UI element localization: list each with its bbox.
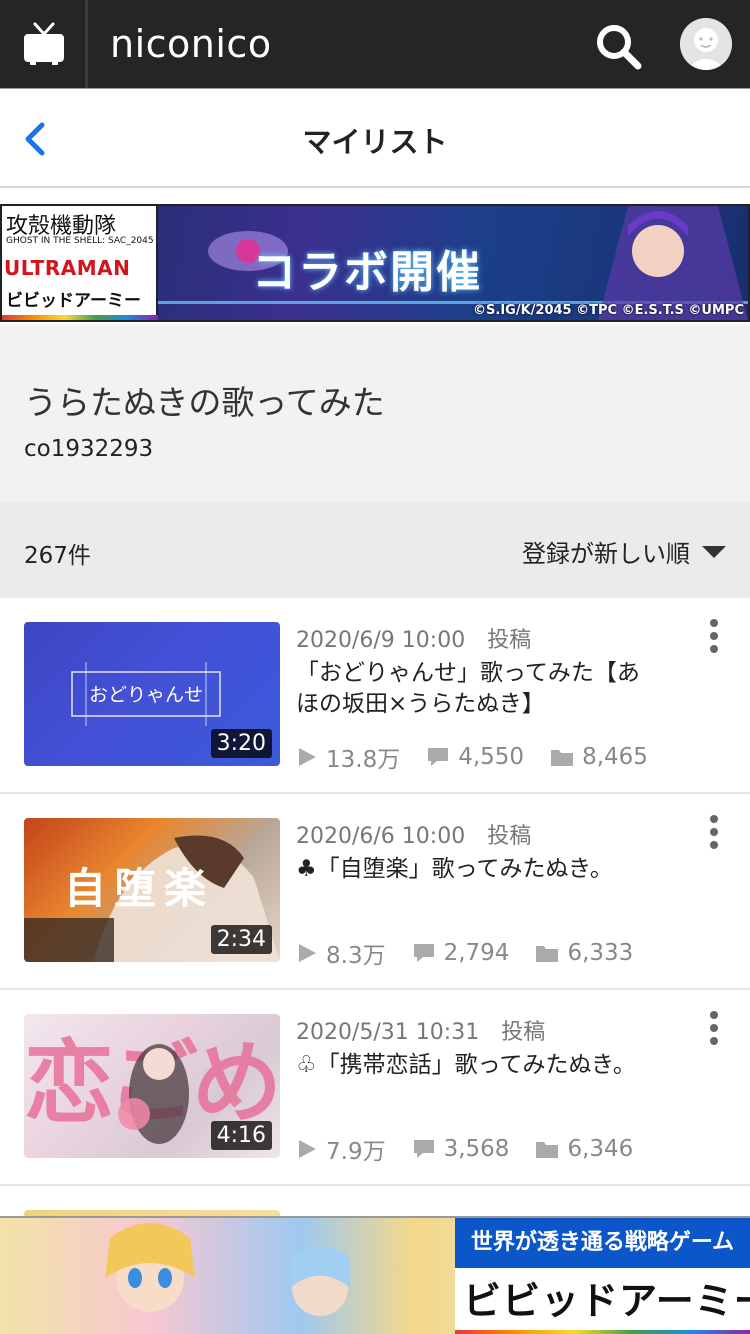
video-duration: 4:16 xyxy=(210,1121,272,1150)
comment-count-value: 4,550 xyxy=(458,744,525,770)
ad-tagline: 世界が透き通る戦略ゲーム xyxy=(455,1218,750,1268)
tv-icon[interactable] xyxy=(22,22,66,66)
topbar-divider xyxy=(85,0,88,88)
page-title: マイリスト xyxy=(302,125,448,159)
view-count: 13.8万 xyxy=(296,740,400,774)
comment-count-value: 2,794 xyxy=(443,940,510,966)
ad-logo: ビビッドアーミー xyxy=(463,1279,750,1323)
folder-icon xyxy=(536,1142,559,1158)
video-date: 2020/6/6 10:00 投稿 xyxy=(296,824,532,849)
collab-banner[interactable]: 攻殻機動隊 GHOST IN THE SHELL: SAC_2045 ULTRA… xyxy=(0,204,750,322)
sort-label: 登録が新しい順 xyxy=(522,540,690,568)
mylist-count: 6,333 xyxy=(535,940,633,966)
video-thumbnail[interactable]: おどりゃんせ 3:20 xyxy=(24,622,280,766)
thumbnail-text: おどりゃんせ xyxy=(89,684,203,706)
sort-dropdown[interactable]: 登録が新しい順 xyxy=(522,534,726,569)
ad-panel: 世界が透き通る戦略ゲーム ビビッドアーミー xyxy=(455,1218,750,1334)
comment-count: 3,568 xyxy=(412,1136,510,1162)
item-count: 267件 xyxy=(24,543,91,569)
play-icon xyxy=(299,1140,316,1158)
niconico-logo[interactable]: niconico xyxy=(110,20,272,68)
banner-left-collab: ULTRAMAN xyxy=(4,256,131,280)
mylist-count-value: 6,346 xyxy=(567,1136,634,1162)
view-count-value: 7.9万 xyxy=(326,1139,386,1165)
video-stats: 8.3万 2,794 6,333 xyxy=(296,936,659,970)
play-icon xyxy=(299,748,316,766)
banner-logo-panel: 攻殻機動隊 GHOST IN THE SHELL: SAC_2045 ULTRA… xyxy=(2,206,158,320)
video-thumbnail[interactable]: 自堕楽 2:34 xyxy=(24,818,280,962)
video-duration: 3:20 xyxy=(210,729,272,758)
comment-count-value: 3,568 xyxy=(443,1136,510,1162)
banner-headline: コラボ開催 xyxy=(252,247,482,298)
ad-rainbow-stripe xyxy=(455,1330,750,1334)
video-thumbnail[interactable]: 恋ごめ 4:16 xyxy=(24,1014,280,1158)
top-bar: niconico xyxy=(0,0,750,88)
mylist-count: 8,465 xyxy=(550,744,648,770)
video-item[interactable]: 恋ごめ 4:16 2020/5/31 10:31 投稿 ♧「携帯恋話」歌ってみた… xyxy=(0,990,750,1186)
ad-artwork xyxy=(105,1223,350,1316)
mylist-count: 6,346 xyxy=(535,1136,633,1162)
bottom-ad-banner[interactable]: 世界が透き通る戦略ゲーム ビビッドアーミー xyxy=(0,1216,750,1334)
video-stats: 7.9万 3,568 6,346 xyxy=(296,1132,659,1166)
comment-icon xyxy=(413,944,434,962)
banner-left-game: ビビッドアーミー xyxy=(6,291,141,311)
video-stats: 13.8万 4,550 8,465 xyxy=(296,740,674,774)
comment-count: 4,550 xyxy=(426,744,524,770)
video-duration: 2:34 xyxy=(210,925,272,954)
video-date: 2020/6/9 10:00 投稿 xyxy=(296,628,532,653)
search-icon[interactable] xyxy=(594,22,642,70)
banner-left-subtitle: GHOST IN THE SHELL: SAC_2045 xyxy=(6,236,154,246)
mylist-count-value: 6,333 xyxy=(567,940,634,966)
more-options-icon[interactable] xyxy=(706,814,722,850)
view-count-value: 13.8万 xyxy=(326,747,401,773)
comment-count: 2,794 xyxy=(412,940,510,966)
folder-icon xyxy=(536,946,559,962)
view-count: 7.9万 xyxy=(296,1132,386,1166)
community-id[interactable]: co1932293 xyxy=(24,436,153,462)
mylist-info: うらたぬきの歌ってみた co1932293 xyxy=(0,324,750,502)
page-header: マイリスト xyxy=(0,88,750,188)
video-title[interactable]: ♣「自堕楽」歌ってみたぬき。 xyxy=(296,854,656,885)
banner-rainbow-stripe xyxy=(2,315,158,320)
list-toolbar: 267件 登録が新しい順 xyxy=(0,502,750,598)
view-count-value: 8.3万 xyxy=(326,943,386,969)
thumbnail-text: 自堕楽 xyxy=(64,864,214,913)
caret-down-icon xyxy=(702,545,726,558)
mylist-name: うらたぬきの歌ってみた xyxy=(24,383,385,422)
more-options-icon[interactable] xyxy=(706,618,722,654)
video-item[interactable]: おどりゃんせ 3:20 2020/6/9 10:00 投稿 「おどりゃんせ」歌っ… xyxy=(0,598,750,794)
comment-icon xyxy=(428,748,449,766)
more-options-icon[interactable] xyxy=(706,1010,722,1046)
avatar-icon[interactable] xyxy=(680,18,732,70)
video-date: 2020/5/31 10:31 投稿 xyxy=(296,1020,546,1045)
play-icon xyxy=(299,944,316,962)
view-count: 8.3万 xyxy=(296,936,386,970)
video-item[interactable]: 自堕楽 2:34 2020/6/6 10:00 投稿 ♣「自堕楽」歌ってみたぬき… xyxy=(0,794,750,990)
banner-credit: ©S.IG/K/2045 ©TPC ©E.S.T.S ©UMPC xyxy=(473,303,744,318)
folder-icon xyxy=(551,750,574,766)
video-title[interactable]: 「おどりゃんせ」歌ってみた【あほの坂田×うらたぬき】 xyxy=(296,658,656,720)
mylist-count-value: 8,465 xyxy=(582,744,648,770)
video-title[interactable]: ♧「携帯恋話」歌ってみたぬき。 xyxy=(296,1050,656,1081)
comment-icon xyxy=(413,1140,434,1158)
